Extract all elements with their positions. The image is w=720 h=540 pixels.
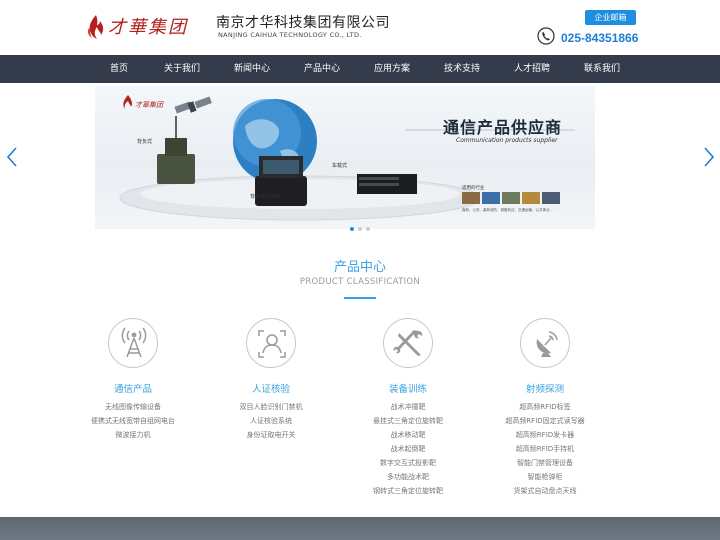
category-list-item[interactable]: 超高频RFID固定式读写器	[475, 414, 615, 428]
main-nav: 首页 关于我们 新闻中心 产品中心 应用方案 技术支持 人才招聘 联系我们	[0, 55, 720, 83]
category-name[interactable]: 装备训练	[338, 383, 478, 397]
category-list-item[interactable]: 便携式无线宽带自组网电台	[63, 414, 203, 428]
banner-headline: 通信产品供应商	[443, 118, 563, 137]
section-subtitle: PRODUCT CLASSIFICATION	[299, 277, 421, 287]
category-name[interactable]: 射频探测	[475, 383, 615, 397]
category-id-verification: 人证核验 双目人脸识别门禁机 人证核验系统 身份证取电开关	[201, 318, 341, 442]
category-list-item[interactable]: 智能枪弹柜	[475, 470, 615, 484]
carousel-dot[interactable]	[366, 227, 370, 231]
brand-logo-text[interactable]: 才華集团	[108, 13, 188, 39]
category-list-item[interactable]: 微波接力机	[63, 428, 203, 442]
category-list-item[interactable]: 超高频RFID发卡器	[475, 428, 615, 442]
person-id-icon[interactable]	[246, 318, 296, 368]
banner-industry-text: 森林、公安、森林消防、城管执法、交通运输、公共事业...	[462, 208, 553, 212]
banner-label-backpack: 背负式	[137, 139, 153, 145]
phone-number: 025-84351866	[561, 31, 639, 45]
category-list-item[interactable]: 智能门禁管理设备	[475, 456, 615, 470]
carousel-dots	[350, 216, 374, 235]
category-name[interactable]: 人证核验	[201, 383, 341, 397]
satellite-icon	[174, 96, 212, 114]
category-list-item[interactable]: 多功能战术靶	[338, 470, 478, 484]
banner-logo-text: 才華集团	[135, 101, 163, 109]
company-name-en: NANJING CAIHUA TECHNOLOGY CO., LTD.	[218, 31, 362, 39]
carousel-dot[interactable]	[350, 227, 354, 231]
carousel-prev-arrow-icon[interactable]	[5, 146, 19, 168]
category-list: 战术冲撞靶 悬挂式三角定位旋转靶 战术移动靶 战术起倒靶 数字交互式投影靶 多功…	[338, 400, 478, 498]
flame-logo-icon[interactable]	[86, 14, 106, 40]
banner-label-transmitter: 背负式发射机	[250, 194, 281, 200]
category-list: 超高频RFID标签 超高频RFID固定式读写器 超高频RFID发卡器 超高频RF…	[475, 400, 615, 498]
site-header: 才華集团 南京才华科技集团有限公司 NANJING CAIHUA TECHNOL…	[0, 0, 720, 55]
category-list-item[interactable]: 超高频RFID手持机	[475, 442, 615, 456]
enterprise-email-button[interactable]: 企业邮箱	[585, 10, 636, 25]
satellite-dish-icon[interactable]	[520, 318, 570, 368]
category-list-item[interactable]: 钢转式三角定位旋转靶	[338, 484, 478, 498]
category-list-item[interactable]: 数字交互式投影靶	[338, 456, 478, 470]
category-list-item[interactable]: 双目人脸识别门禁机	[201, 400, 341, 414]
nav-item-about[interactable]: 关于我们	[164, 55, 200, 83]
category-list-item[interactable]: 战术移动靶	[338, 428, 478, 442]
section-title: 产品中心	[333, 260, 386, 275]
phone-icon	[537, 27, 555, 45]
category-list-item[interactable]: 人证核验系统	[201, 414, 341, 428]
tools-icon[interactable]	[383, 318, 433, 368]
antenna-tower-icon[interactable]	[108, 318, 158, 368]
category-list: 双目人脸识别门禁机 人证核验系统 身份证取电开关	[201, 400, 341, 442]
category-communication: 通信产品 无线图像传输设备 便携式无线宽带自组网电台 微波接力机	[63, 318, 203, 442]
next-section-banner	[0, 517, 720, 540]
banner-industry-title: 适用的行业	[462, 186, 485, 191]
category-rf-detection: 射频探测 超高频RFID标签 超高频RFID固定式读写器 超高频RFID发卡器 …	[475, 318, 615, 498]
category-list-item[interactable]: 战术起倒靶	[338, 442, 478, 456]
hero-banner[interactable]: 才華集团 通信产品供应商 Communication products supp…	[95, 86, 595, 229]
category-list-item[interactable]: 无线图像传输设备	[63, 400, 203, 414]
nav-item-products[interactable]: 产品中心	[304, 55, 340, 83]
category-list-item[interactable]: 身份证取电开关	[201, 428, 341, 442]
carousel-dot[interactable]	[358, 227, 362, 231]
category-list-item[interactable]: 货架式自动盘点天线	[475, 484, 615, 498]
nav-item-careers[interactable]: 人才招聘	[514, 55, 550, 83]
nav-item-solutions[interactable]: 应用方案	[374, 55, 410, 83]
category-list-item[interactable]: 悬挂式三角定位旋转靶	[338, 414, 478, 428]
nav-item-news[interactable]: 新闻中心	[234, 55, 270, 83]
category-list: 无线图像传输设备 便携式无线宽带自组网电台 微波接力机	[63, 400, 203, 442]
nav-item-support[interactable]: 技术支持	[444, 55, 480, 83]
category-list-item[interactable]: 战术冲撞靶	[338, 400, 478, 414]
category-training-equipment: 装备训练 战术冲撞靶 悬挂式三角定位旋转靶 战术移动靶 战术起倒靶 数字交互式投…	[338, 318, 478, 498]
company-name: 南京才华科技集团有限公司	[216, 15, 390, 31]
banner-label-vehicle: 车载式	[332, 163, 348, 169]
carousel-next-arrow-icon[interactable]	[702, 146, 716, 168]
banner-headline-en: Communication products supplier	[456, 137, 558, 144]
category-name[interactable]: 通信产品	[63, 383, 203, 397]
nav-item-contact[interactable]: 联系我们	[584, 55, 620, 83]
category-list-item[interactable]: 超高频RFID标签	[475, 400, 615, 414]
section-divider	[344, 297, 376, 299]
nav-item-home[interactable]: 首页	[110, 55, 128, 83]
